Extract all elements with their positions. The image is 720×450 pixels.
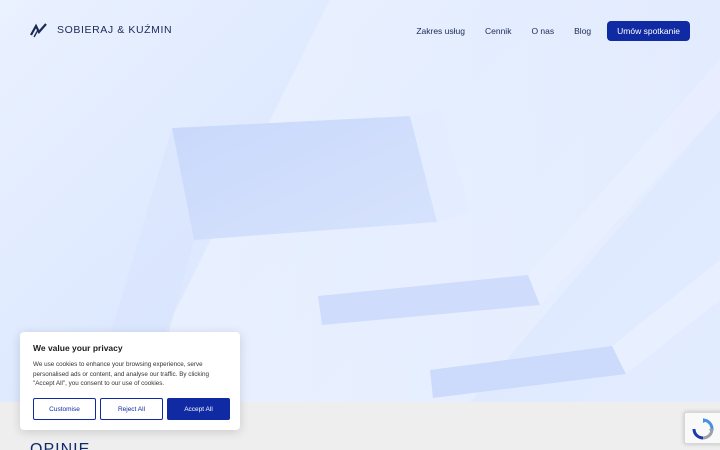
cookie-button-group: Customise Reject All Accept All xyxy=(33,398,230,420)
nav-link-zakres-uslug[interactable]: Zakres usług xyxy=(416,26,465,36)
nav-link-blog[interactable]: Blog xyxy=(574,26,591,36)
cookie-text: We use cookies to enhance your browsing … xyxy=(33,361,209,388)
customise-button[interactable]: Customise xyxy=(33,398,96,420)
brand-logo[interactable]: SOBIERAJ & KUŹMIN xyxy=(30,22,172,38)
nav-link-o-nas[interactable]: O nas xyxy=(531,26,554,36)
zigzag-logo-icon xyxy=(30,23,47,38)
cookie-consent-banner: We value your privacy We use cookies to … xyxy=(20,332,240,430)
site-header: SOBIERAJ & KUŹMIN Zakres usług Cennik O … xyxy=(0,0,720,62)
cookie-title: We value your privacy xyxy=(33,343,123,353)
recaptcha-badge[interactable] xyxy=(684,412,720,444)
nav-link-cennik[interactable]: Cennik xyxy=(485,26,511,36)
accept-all-button[interactable]: Accept All xyxy=(167,398,230,420)
main-nav: Zakres usług Cennik O nas Blog Umów spot… xyxy=(416,21,690,41)
reject-all-button[interactable]: Reject All xyxy=(100,398,163,420)
section-title: OPINIE xyxy=(30,441,91,450)
book-meeting-button[interactable]: Umów spotkanie xyxy=(607,21,690,41)
recaptcha-icon xyxy=(692,418,714,440)
brand-name: SOBIERAJ & KUŹMIN xyxy=(57,24,173,36)
